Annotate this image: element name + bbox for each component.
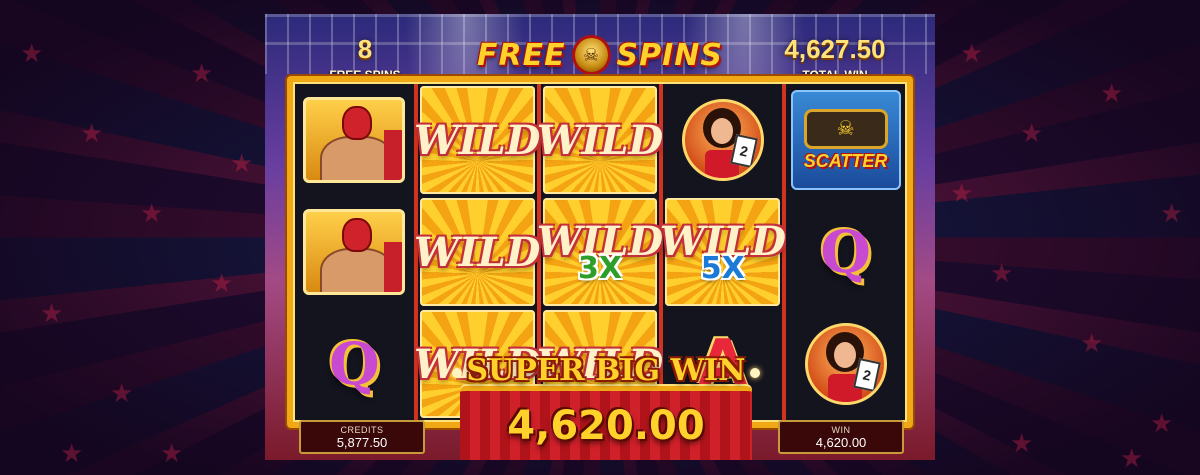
star-icon: ★ [210, 268, 234, 298]
logo-word-right: SPINS [616, 37, 723, 73]
symbol-queen: Q [297, 310, 412, 418]
star-icon: ★ [1160, 198, 1184, 228]
symbol-wrestler [297, 198, 412, 306]
win-label: WIN [831, 424, 851, 435]
star-icon: ★ [190, 58, 214, 88]
win-title: SUPER BIG WIN [466, 352, 746, 388]
banner-curtain: 4,620.00 [460, 386, 752, 460]
star-icon: ★ [950, 178, 974, 208]
wild-text: WILD [413, 116, 541, 164]
star-icon: ★ [60, 438, 84, 468]
wild-text: WILD [536, 116, 664, 164]
star-icon: ★ [110, 378, 134, 408]
credits-box: CREDITS 5,877.50 [299, 420, 425, 454]
symbol-girl: 2 [665, 86, 780, 194]
multiplier-5x: 5X [700, 251, 745, 286]
wrestler-icon [303, 209, 406, 295]
scatter-belt-icon: ☠ SCATTER [790, 90, 901, 190]
banner-title-ribbon: SUPER BIG WIN [450, 350, 762, 390]
super-big-win-banner: 4,620.00 SUPER BIG WIN [450, 350, 762, 460]
star-icon: ★ [20, 38, 44, 68]
reel-5: ☠ SCATTER Q 2 [786, 84, 905, 420]
win-amount: 4,620.00 [507, 402, 705, 449]
symbol-scatter: ☠ SCATTER [788, 86, 903, 194]
credits-label: CREDITS [340, 424, 384, 435]
wrestler-icon [303, 97, 406, 183]
star-icon: ★ [1080, 328, 1104, 358]
queen-icon: Q [329, 330, 380, 398]
star-icon: ★ [990, 258, 1014, 288]
star-icon: ★ [1150, 408, 1174, 438]
star-icon: ★ [80, 118, 104, 148]
symbol-wild-5x: WILD 5X [660, 198, 786, 306]
scatter-text: SCATTER [803, 150, 888, 171]
logo-word-left: FREE [477, 37, 566, 73]
free-spins-logo: FREE ☠ SPINS [477, 32, 723, 78]
star-icon: ★ [40, 298, 64, 328]
symbol-wrestler [297, 86, 412, 194]
symbol-wild: WILD [537, 86, 663, 194]
symbol-girl: 2 [788, 310, 903, 418]
star-icon: ★ [960, 38, 984, 68]
wild-text: WILD [413, 228, 541, 276]
star-icon: ★ [160, 438, 184, 468]
ring-girl-icon: 2 [804, 323, 887, 405]
queen-icon: Q [820, 218, 871, 286]
star-icon: ★ [140, 198, 164, 228]
reel-1: Q [295, 84, 414, 420]
star-icon: ★ [1020, 118, 1044, 148]
symbol-wild: WILD [414, 198, 540, 306]
ring-girl-icon: 2 [681, 99, 764, 181]
free-spins-count: 8 [357, 34, 373, 64]
skull-emblem-icon: ☠ [571, 35, 611, 75]
star-icon: ★ [1120, 443, 1144, 473]
skull-emblem-icon: ☠ [803, 108, 888, 149]
total-win-value: 4,627.50 [784, 34, 886, 64]
win-box: WIN 4,620.00 [778, 420, 904, 454]
star-icon: ★ [230, 148, 254, 178]
credits-value: 5,877.50 [336, 434, 388, 450]
star-icon: ★ [1010, 428, 1034, 458]
win-value: 4,620.00 [815, 434, 867, 450]
symbol-queen: Q [788, 198, 903, 306]
star-icon: ★ [1100, 78, 1124, 108]
multiplier-3x: 3X [577, 251, 622, 286]
symbol-wild: WILD [414, 86, 540, 194]
symbol-wild-3x: WILD 3X [537, 198, 663, 306]
